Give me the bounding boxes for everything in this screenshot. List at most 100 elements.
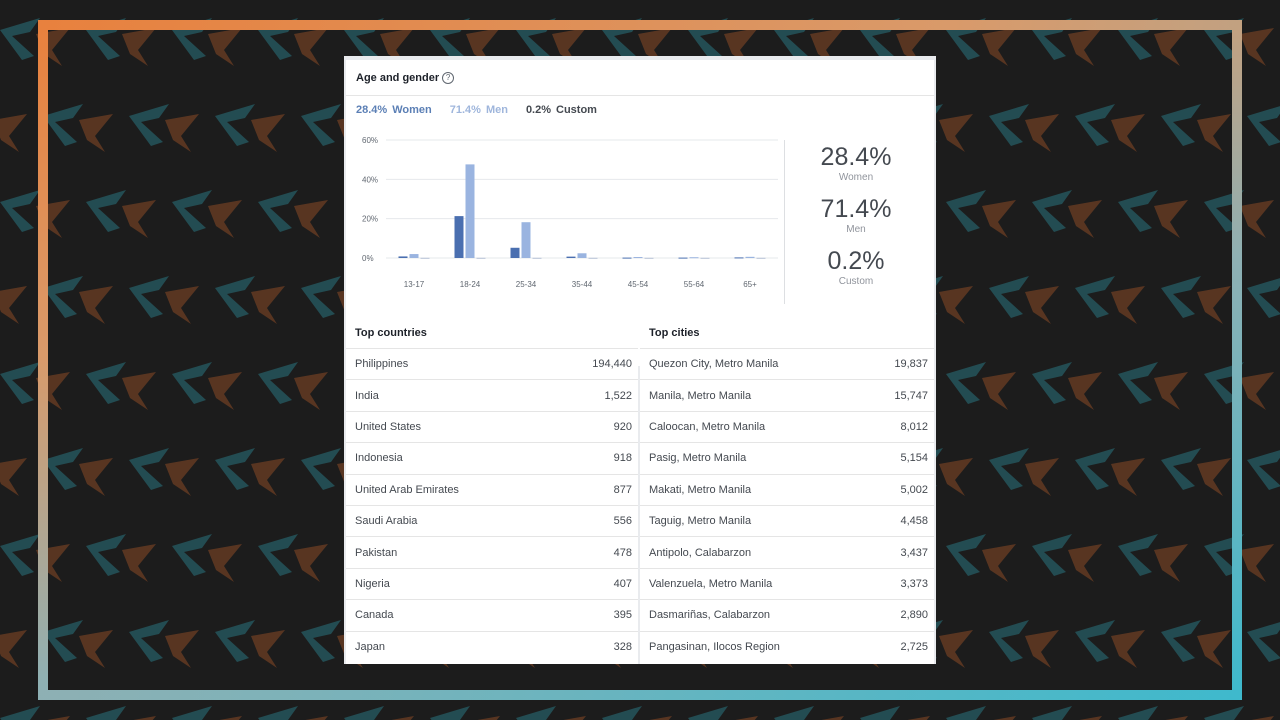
gender-legend: 28.4% Women 71.4% Men 0.2% Custom <box>356 104 597 116</box>
table-row: Makati, Metro Manila 5,002 <box>640 475 934 506</box>
row-name: Quezon City, Metro Manila <box>649 358 779 371</box>
audience-panel: Age and gender ? 28.4% Women 71.4% Men 0… <box>344 56 936 664</box>
row-name: United Arab Emirates <box>355 483 459 496</box>
bar-men-65+[interactable] <box>745 256 755 258</box>
bg-logo-mark <box>0 458 27 496</box>
bg-logo-mark <box>0 286 27 324</box>
legend-women[interactable]: 28.4% Women <box>356 104 432 116</box>
row-value: 5,002 <box>900 483 928 496</box>
row-name: Saudi Arabia <box>355 515 418 528</box>
bar-men-55-64[interactable] <box>689 257 699 259</box>
bar-women-45-54[interactable] <box>622 257 632 259</box>
summary-custom-value: 0.2% <box>827 247 885 275</box>
table-row: Antipolo, Calabarzon 3,437 <box>640 537 934 569</box>
bg-logo-mark <box>1204 706 1274 720</box>
bg-logo-mark <box>688 706 758 720</box>
row-value: 3,373 <box>900 577 928 590</box>
row-value: 3,437 <box>900 546 928 559</box>
bg-logo-mark <box>1247 450 1280 490</box>
bar-women-13-17[interactable] <box>398 256 408 258</box>
table-row: Manila, Metro Manila 15,747 <box>640 380 934 412</box>
table-row: United Arab Emirates 877 <box>346 475 638 506</box>
top-countries-header: Top countries <box>346 318 638 349</box>
top-countries-table: Top countries Philippines 194,440 India 1,5… <box>346 318 638 664</box>
bar-men-45-54[interactable] <box>633 257 643 259</box>
table-row: Japan 328 <box>346 632 638 663</box>
bar-custom-65+[interactable] <box>756 257 766 259</box>
top-cities-header: Top cities <box>640 318 934 349</box>
legend-women-label: Women <box>392 104 432 116</box>
table-row: Indonesia 918 <box>346 443 638 475</box>
row-name: Caloocan, Metro Manila <box>649 420 766 433</box>
row-value: 407 <box>613 577 632 590</box>
bar-women-55-64[interactable] <box>678 257 688 259</box>
x-tick-label: 45-54 <box>628 280 649 289</box>
row-value: 19,837 <box>894 358 928 371</box>
summary-men-label: Men <box>846 224 866 235</box>
bar-custom-13-17[interactable] <box>420 257 430 259</box>
row-name: Taguig, Metro Manila <box>649 515 752 528</box>
row-value: 8,012 <box>900 420 928 433</box>
table-row: Dasmariñas, Calabarzon 2,890 <box>640 600 934 632</box>
x-tick-label: 25-34 <box>516 280 537 289</box>
y-tick-label: 20% <box>362 215 378 224</box>
row-name: Pasig, Metro Manila <box>649 452 747 465</box>
legend-custom-label: Custom <box>556 104 597 116</box>
row-value: 556 <box>613 515 632 528</box>
legend-custom-pct: 0.2% <box>525 104 552 116</box>
bar-men-25-34[interactable] <box>521 222 531 258</box>
table-row: Pasig, Metro Manila 5,154 <box>640 443 934 475</box>
bar-men-35-44[interactable] <box>577 253 587 258</box>
row-value: 5,154 <box>900 452 928 465</box>
summary-women-value: 28.4% <box>820 143 892 171</box>
bar-custom-25-34[interactable] <box>532 257 542 259</box>
legend-men-label: Men <box>485 104 508 116</box>
bar-custom-18-24[interactable] <box>476 257 486 259</box>
table-row: United States 920 <box>346 412 638 444</box>
bg-logo-mark <box>172 706 242 720</box>
top-cities-table: Top cities Quezon City, Metro Manila 19,8… <box>640 318 934 664</box>
row-name: India <box>355 389 379 402</box>
bg-logo-mark <box>1247 278 1280 318</box>
x-tick-label: 55-64 <box>684 280 705 289</box>
summary-women-label: Women <box>838 172 874 183</box>
bar-custom-45-54[interactable] <box>644 257 654 259</box>
bar-custom-35-44[interactable] <box>588 257 598 259</box>
bar-women-18-24[interactable] <box>454 216 464 258</box>
row-value: 2,725 <box>900 641 928 654</box>
bar-men-13-17[interactable] <box>409 254 419 258</box>
help-icon[interactable]: ? <box>442 71 455 84</box>
row-name: Philippines <box>355 358 409 371</box>
bg-logo-mark <box>860 706 930 720</box>
row-value: 328 <box>613 641 632 654</box>
legend-men-pct: 71.4% <box>449 104 481 116</box>
legend-women-pct: 28.4% <box>356 104 388 116</box>
bg-logo-mark <box>0 706 70 720</box>
table-row: Pakistan 478 <box>346 537 638 569</box>
x-tick-label: 65+ <box>743 280 757 289</box>
bar-men-18-24[interactable] <box>465 164 475 258</box>
top-cities-rows: Quezon City, Metro Manila 19,837 Manila, M… <box>640 349 934 663</box>
bar-women-25-34[interactable] <box>510 247 520 258</box>
bg-logo-mark <box>1118 706 1188 720</box>
legend-men[interactable]: 71.4% Men <box>450 104 508 116</box>
summary-men: 71.4% Men <box>796 194 916 236</box>
summary-custom: 0.2% Custom <box>796 246 916 288</box>
bg-logo-mark <box>430 706 500 720</box>
top-countries-rows: Philippines 194,440 India 1,522 United State… <box>346 349 638 663</box>
gender-summary: 28.4% Women 71.4% Men 0.2% Custom <box>796 142 916 298</box>
bar-women-35-44[interactable] <box>566 256 576 258</box>
legend-custom[interactable]: 0.2% Custom <box>526 104 597 116</box>
row-name: Pangasinan, Ilocos Region <box>649 641 780 654</box>
table-row: Saudi Arabia 556 <box>346 506 638 538</box>
age-gender-bar-chart: 60% 40% 20% 0% 13-17 18-24 25-34 35-44 45-54 55-6… <box>362 136 778 289</box>
x-tick-label: 13-17 <box>404 280 425 289</box>
row-value: 2,890 <box>900 609 928 622</box>
bg-logo-mark <box>946 706 1016 720</box>
table-row: Taguig, Metro Manila 4,458 <box>640 506 934 538</box>
card-header: Age and gender ? <box>346 60 934 96</box>
bg-logo-mark <box>344 706 414 720</box>
row-name: Canada <box>355 609 394 622</box>
bar-custom-55-64[interactable] <box>700 257 710 259</box>
bar-women-65+[interactable] <box>734 257 744 259</box>
